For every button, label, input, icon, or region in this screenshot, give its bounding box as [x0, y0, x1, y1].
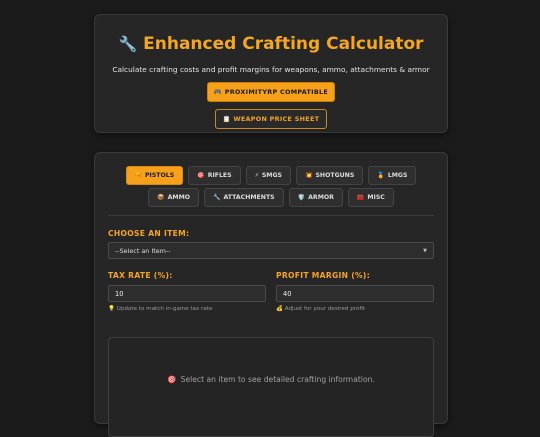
tax-rate-hint-text: Update to match in-game tax rate [116, 306, 213, 312]
tab-shotguns[interactable]: 💥 SHOTGUNS [295, 166, 364, 185]
page-subtitle: Calculate crafting costs and profit marg… [112, 65, 430, 74]
page-title: 🔧 Enhanced Crafting Calculator [95, 32, 447, 56]
profit-margin-label: PROFIT MARGIN (%): [276, 271, 371, 280]
profit-margin-value: 40 [283, 289, 292, 298]
header-card: 🔧 Enhanced Crafting Calculator Calculate… [94, 14, 448, 133]
explosion-icon: 💥 [304, 172, 313, 179]
tab-row-1: 🔫 PISTOLS 🎯 RIFLES ⚡ SMGS 💥 SHOTGUNS 🏅 L… [95, 166, 447, 185]
tab-label: AMMO [167, 194, 190, 201]
wrench-icon: 🔧 [118, 35, 138, 53]
tab-label: SHOTGUNS [315, 172, 355, 179]
profit-margin-hint-text: Adjust for your desired profit [284, 306, 366, 312]
clipboard-icon: 📋 [222, 115, 231, 123]
toolbox-icon: 🧰 [356, 194, 365, 201]
tab-armor[interactable]: 🛡️ ARMOR [288, 188, 343, 207]
profit-margin-input[interactable]: 40 [276, 285, 434, 302]
tax-rate-input[interactable]: 10 [108, 285, 266, 302]
tab-label: SMGS [261, 172, 282, 179]
gamepad-icon: 🎮 [213, 88, 223, 96]
shield-icon: 🛡️ [297, 194, 306, 201]
tab-label: ARMOR [308, 194, 334, 201]
divider [108, 215, 434, 216]
item-select-value: --Select an Item-- [115, 246, 171, 255]
tab-ammo[interactable]: 📦 AMMO [148, 188, 199, 207]
tab-row-2: 📦 AMMO 🔧 ATTACHMENTS 🛡️ ARMOR 🧰 MISC [95, 188, 447, 207]
tax-rate-label: TAX RATE (%): [108, 271, 173, 280]
crafting-info-panel: 🎯 Select an item to see detailed craftin… [108, 337, 434, 437]
lightbulb-icon: 💡 [108, 306, 115, 312]
target-icon: 🎯 [197, 172, 205, 179]
tab-label: LMGS [387, 172, 408, 179]
tab-label: PISTOLS [145, 172, 175, 179]
proximityrp-compatible-label: PROXIMITYRP COMPATIBLE [224, 88, 329, 96]
wrench-icon: 🔧 [213, 194, 221, 201]
tab-label: RIFLES [207, 172, 232, 179]
weapon-price-sheet-label: WEAPON PRICE SHEET [233, 115, 320, 123]
tax-rate-value: 10 [115, 289, 124, 298]
category-tabs: 🔫 PISTOLS 🎯 RIFLES ⚡ SMGS 💥 SHOTGUNS 🏅 L… [95, 166, 447, 210]
tab-smgs[interactable]: ⚡ SMGS [245, 166, 291, 185]
package-icon: 📦 [157, 194, 165, 201]
tax-rate-hint: 💡 Update to match in-game tax rate [108, 306, 213, 312]
tab-misc[interactable]: 🧰 MISC [347, 188, 394, 207]
proximityrp-compatible-button[interactable]: 🎮 PROXIMITYRP COMPATIBLE [206, 82, 336, 102]
calculator-card: 🔫 PISTOLS 🎯 RIFLES ⚡ SMGS 💥 SHOTGUNS 🏅 L… [94, 152, 448, 437]
medal-icon: 🏅 [377, 172, 385, 179]
pistol-icon: 🔫 [134, 172, 143, 179]
money-bag-icon: 💰 [276, 306, 283, 312]
target-icon: 🎯 [167, 375, 177, 384]
chevron-down-icon: ▼ [423, 247, 427, 254]
crafting-info-placeholder: Select an item to see detailed crafting … [180, 375, 375, 384]
tab-attachments[interactable]: 🔧 ATTACHMENTS [204, 188, 284, 207]
tab-pistols[interactable]: 🔫 PISTOLS [125, 166, 184, 185]
tab-lmgs[interactable]: 🏅 LMGS [368, 166, 417, 185]
page-title-text: Enhanced Crafting Calculator [143, 34, 424, 54]
item-label: CHOOSE AN ITEM: [108, 229, 190, 238]
tab-rifles[interactable]: 🎯 RIFLES [188, 166, 241, 185]
weapon-price-sheet-button[interactable]: 📋 WEAPON PRICE SHEET [214, 109, 328, 129]
tab-label: ATTACHMENTS [223, 194, 275, 201]
lightning-icon: ⚡ [254, 172, 259, 179]
item-select[interactable]: --Select an Item-- ▼ [108, 242, 434, 259]
tab-label: MISC [367, 194, 385, 201]
profit-margin-hint: 💰 Adjust for your desired profit [276, 306, 365, 312]
